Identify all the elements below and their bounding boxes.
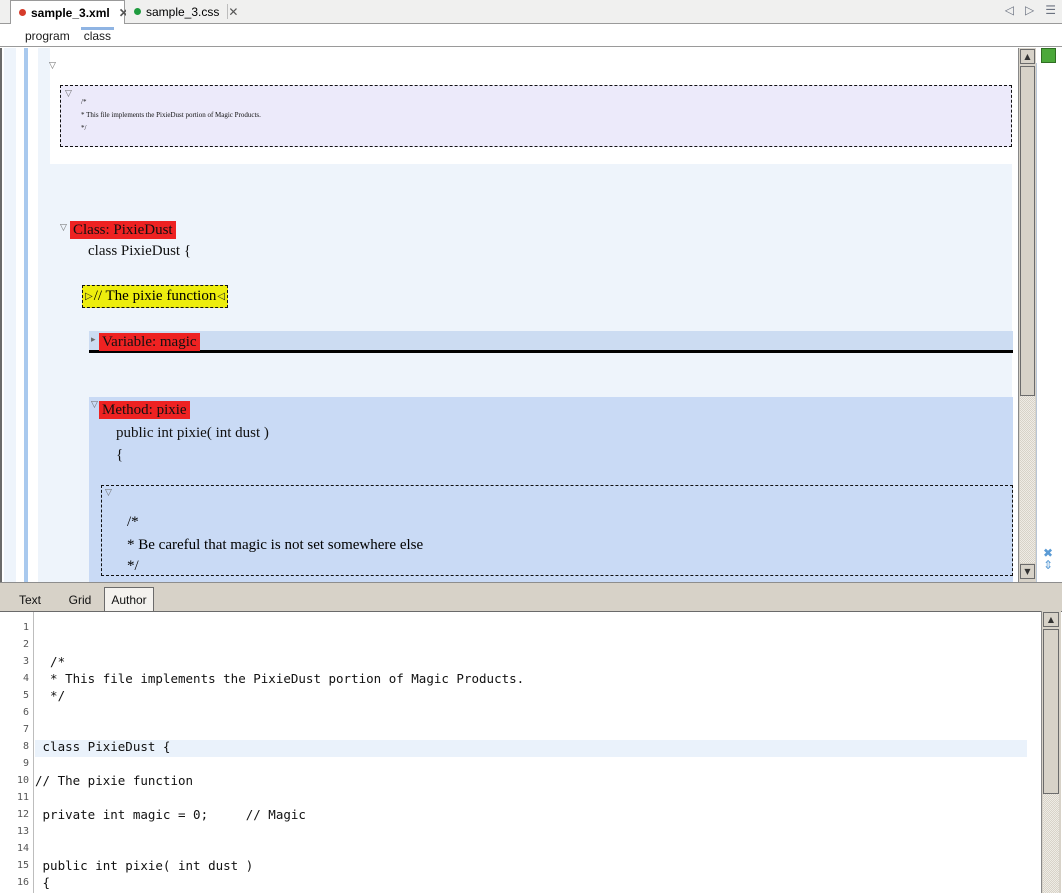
line-number: 5 [22,690,29,701]
variable-tag[interactable]: Variable: magic [99,333,200,351]
pixie-comment-text: // The pixie function [93,288,217,304]
class-declaration: class PixieDust { [88,243,192,259]
line-number: 12 [16,809,29,820]
variable-fold-toggle-icon[interactable] [91,336,96,345]
pixie-function-comment-block[interactable]: ▷ // The pixie function ◁ [82,285,229,308]
validation-ok-indicator[interactable] [1041,48,1056,63]
line-number-gutter: 1 2 3 4 5 6 7 8 9 10 11 12 13 14 15 16 [0,612,34,893]
file-tab-label: sample_3.css [146,4,220,19]
author-vertical-scrollbar[interactable]: ▲ ▼ [1018,48,1036,582]
scrollbar-track[interactable] [1020,396,1035,563]
scrollbar-thumb[interactable] [1043,629,1059,794]
breadcrumb: program class [0,24,1062,47]
tab-text[interactable]: Text [10,587,50,612]
editor-vertical-scrollbar[interactable]: ▲ [1041,611,1061,893]
root-fold-toggle-icon[interactable] [49,62,56,71]
method-signature: public int pixie( int dust ) [116,425,269,441]
expand-all-icon[interactable]: ⇕ [1043,559,1053,571]
method-open-brace: { [116,447,124,463]
code-line: public int pixie( int dust ) [35,858,254,873]
author-right-margin [1036,63,1062,582]
inner-comment-line-3: */ [127,558,139,574]
breadcrumb-item-program[interactable]: program [18,29,77,46]
line-number: 2 [22,639,29,650]
tab-nav-icons: ◁ ▷ ☰ [1005,3,1056,17]
scroll-up-button[interactable]: ▲ [1020,49,1035,64]
code-line: private int magic = 0; // Magic [35,807,306,822]
line-number: 13 [16,826,29,837]
line-number: 14 [16,843,29,854]
line-number: 9 [22,758,29,769]
next-icon[interactable]: ▷ [1025,3,1034,17]
method-tag[interactable]: Method: pixie [99,401,190,419]
previous-icon[interactable]: ◁ [1005,3,1014,17]
file-tab-sample-3-xml[interactable]: sample_3.xml ✕ [10,0,129,24]
author-view: /* * This file implements the PixieDust … [0,48,1062,582]
code-line: { [35,875,51,890]
file-tab-bar: sample_3.xml ✕ sample_3.css ✕ ◁ ▷ ☰ [0,0,1062,24]
scroll-down-button[interactable]: ▼ [1020,564,1035,579]
inner-comment-line-2: * Be careful that magic is not set somew… [127,537,424,553]
doc-comment-line-3: */ [81,124,87,132]
scrollbar-thumb[interactable] [1020,66,1035,396]
line-number: 4 [22,673,29,684]
tab-separator [227,4,228,19]
doc-comment-line-1: /* [81,98,87,106]
gutter-stripe-4 [38,48,50,582]
code-line: class PixieDust { [35,739,171,754]
code-line: /* [35,654,66,669]
inner-comment-fold-toggle-icon[interactable] [105,489,112,498]
line-number: 7 [22,724,29,735]
modified-dot-icon [134,8,141,15]
fold-controls: ✖ ⇕ [1038,547,1058,571]
code-text-area[interactable]: /* * This file implements the PixieDust … [35,612,1042,893]
gutter-stripe-1 [4,48,16,582]
scrollbar-track[interactable] [1043,794,1059,893]
line-number: 11 [16,792,29,803]
doc-comment-block[interactable]: /* * This file implements the PixieDust … [60,85,1012,147]
line-number: 16 [16,877,29,888]
doc-comment-line-2: * This file implements the PixieDust por… [81,111,261,119]
text-editor[interactable]: 1 2 3 4 5 6 7 8 9 10 11 12 13 14 15 16 /… [0,611,1062,893]
comment-left-arrow-icon[interactable]: ▷ [85,291,93,302]
code-line: * This file implements the PixieDust por… [35,671,525,686]
comment-right-arrow-icon[interactable]: ◁ [217,291,225,302]
file-tab-label: sample_3.xml [31,5,110,20]
gutter-stripe-2 [16,48,24,582]
tab-grid[interactable]: Grid [60,587,100,612]
variable-block-band [89,331,1013,353]
line-number: 15 [16,860,29,871]
author-canvas[interactable]: /* * This file implements the PixieDust … [2,48,1020,582]
line-number: 1 [22,622,29,633]
code-line: // The pixie function [35,773,194,788]
breadcrumb-item-class[interactable]: class [77,27,118,46]
scroll-up-button[interactable]: ▲ [1043,612,1059,627]
file-tab-sample-3-css[interactable]: sample_3.css ✕ [126,0,238,23]
tab-list-icon[interactable]: ☰ [1045,3,1056,17]
method-fold-toggle-icon[interactable] [91,401,98,410]
class-tag[interactable]: Class: PixieDust [70,221,176,239]
tab-author[interactable]: Author [104,587,154,612]
line-number: 6 [22,707,29,718]
inner-comment-line-1: /* [127,514,139,530]
code-line: */ [35,688,66,703]
class-fold-toggle-icon[interactable] [60,224,67,233]
modified-dot-icon [19,9,26,16]
view-mode-tabs: Text Grid Author [0,582,1062,612]
inner-comment-block[interactable]: /* * Be careful that magic is not set so… [101,485,1013,576]
close-icon[interactable]: ✕ [228,5,238,19]
line-number: 8 [22,741,29,752]
line-number: 3 [22,656,29,667]
gutter-stripe-3 [28,48,38,582]
doc-comment-fold-toggle-icon[interactable] [65,90,72,99]
line-number: 10 [16,775,29,786]
